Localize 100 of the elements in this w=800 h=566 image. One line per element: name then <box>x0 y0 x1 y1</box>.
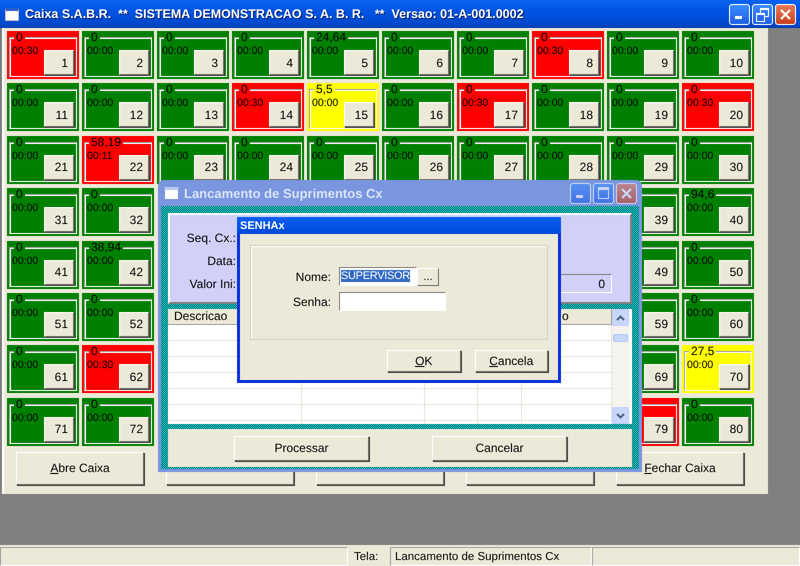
table-number-button[interactable]: 25 <box>344 154 374 180</box>
table-number-button[interactable]: 26 <box>419 154 449 180</box>
table-number-button[interactable]: 16 <box>419 102 449 128</box>
tile-time: 00:00 <box>162 150 188 162</box>
table-number-button[interactable]: 5 <box>344 50 374 75</box>
table-number-button[interactable]: 60 <box>719 312 749 337</box>
field-label: Data: <box>206 254 236 268</box>
table-number-button[interactable]: 21 <box>44 154 74 180</box>
table-number-button[interactable]: 13 <box>194 102 224 128</box>
table-number-button[interactable]: 42 <box>119 260 149 285</box>
window-title: Caixa S.A.B.R. ** SISTEMA DEMONSTRACAO S. A. B. R. ** Versao: 01-A-001.0002 <box>25 7 524 21</box>
input-field[interactable]: SUPERVISOR <box>339 267 417 286</box>
tile-amount: 24,64 <box>314 31 348 43</box>
restore-button[interactable] <box>752 4 773 24</box>
table-number-button[interactable]: 2 <box>119 50 149 75</box>
dialog-button[interactable]: OK <box>387 350 460 372</box>
input-field[interactable] <box>339 292 446 311</box>
minimize-button[interactable] <box>729 4 750 24</box>
table-number-button[interactable]: 9 <box>644 50 674 75</box>
tile-time: 00:00 <box>687 306 714 319</box>
table-number-button[interactable]: 8 <box>569 50 599 75</box>
field-label: Senha: <box>292 294 331 308</box>
scroll-up-button[interactable] <box>612 309 629 326</box>
tile-amount: 0 <box>89 398 100 410</box>
table-number-button[interactable]: 20 <box>719 102 749 128</box>
close-button[interactable] <box>775 4 796 24</box>
action-button[interactable]: Abre Caixa <box>16 452 144 485</box>
table-number-button[interactable]: 17 <box>494 102 524 128</box>
table-number-button[interactable]: 15 <box>344 102 374 128</box>
tile-time: 00:00 <box>537 150 564 162</box>
table-number-button[interactable]: 61 <box>44 364 74 390</box>
table-number-button[interactable]: 4 <box>269 50 299 75</box>
table-number-button[interactable]: 6 <box>419 50 449 75</box>
table-number-button[interactable]: 3 <box>194 50 224 75</box>
table-number-button[interactable]: 80 <box>719 416 749 442</box>
table-number-button[interactable]: 40 <box>719 207 749 232</box>
tile-time: 00:00 <box>87 45 114 57</box>
scrollbar[interactable] <box>612 309 630 424</box>
table-number-button[interactable]: 10 <box>719 50 749 75</box>
tile-amount: 0 <box>689 136 700 148</box>
table-number-button[interactable]: 71 <box>44 416 74 442</box>
tile-amount: 0 <box>389 83 400 96</box>
tile-amount: 94,6 <box>689 188 716 200</box>
tile-time: 00:30 <box>462 97 488 110</box>
tile-amount: 0 <box>14 345 25 358</box>
table-number-button[interactable]: 22 <box>119 154 149 180</box>
dialog-button[interactable]: Cancelar <box>432 436 567 460</box>
table-number-button[interactable]: 69 <box>644 364 674 390</box>
tile-time: 00:00 <box>12 306 38 319</box>
table-number-button[interactable]: 39 <box>644 207 674 232</box>
tile-amount: 0 <box>89 83 100 96</box>
table-number-button[interactable]: 18 <box>569 102 599 128</box>
tile-amount: 0 <box>89 31 100 43</box>
table-number-button[interactable]: 32 <box>119 207 149 232</box>
dialog-button[interactable]: Processar <box>234 436 369 460</box>
status-value: Lancamento de Suprimentos Cx <box>390 547 592 566</box>
tile-time: 00:00 <box>87 97 114 110</box>
tile-amount: 0 <box>14 136 25 148</box>
tile-amount: 0 <box>314 136 325 148</box>
tile-time: 00:00 <box>237 45 264 57</box>
table-number-button[interactable]: 31 <box>44 207 74 232</box>
table-number-button[interactable]: 28 <box>569 154 599 180</box>
scroll-down-button[interactable] <box>612 407 629 424</box>
table-number-button[interactable]: 59 <box>644 312 674 337</box>
table-number-button[interactable]: 24 <box>269 154 299 180</box>
scrollbar-thumb[interactable] <box>613 334 628 342</box>
minimize-button[interactable] <box>570 182 591 204</box>
lookup-button[interactable]: ... <box>417 268 439 286</box>
table-number-button[interactable]: 79 <box>644 416 674 442</box>
table-number-button[interactable]: 50 <box>719 260 749 285</box>
table-number-button[interactable]: 23 <box>194 154 224 180</box>
tile-amount: 0 <box>539 83 550 96</box>
table-number-button[interactable]: 62 <box>119 364 149 390</box>
table-number-button[interactable]: 27 <box>494 154 524 180</box>
table-number-button[interactable]: 1 <box>44 50 74 75</box>
close-button[interactable] <box>616 182 637 204</box>
table-number-button[interactable]: 51 <box>44 312 74 337</box>
tile-amount: 0 <box>389 31 400 43</box>
table-number-button[interactable]: 70 <box>719 364 749 390</box>
table-number-button[interactable]: 19 <box>644 102 674 128</box>
tile-amount: 0 <box>614 83 625 96</box>
table-number-button[interactable]: 49 <box>644 260 674 285</box>
tile-time: 00:00 <box>162 45 188 57</box>
dialog-button[interactable]: Cancela <box>474 350 548 372</box>
tile-amount: 0 <box>389 136 400 148</box>
table-number-button[interactable]: 30 <box>719 154 749 180</box>
table-number-button[interactable]: 29 <box>644 154 674 180</box>
tile-time: 00:00 <box>12 359 38 372</box>
dialog-title: Lancamento de Suprimentos Cx <box>184 186 383 200</box>
caret-down-icon <box>616 412 625 418</box>
table-number-button[interactable]: 41 <box>44 260 74 285</box>
table-number-button[interactable]: 12 <box>119 102 149 128</box>
tile-time: 00:30 <box>12 45 38 57</box>
table-number-button[interactable]: 7 <box>494 50 524 75</box>
maximize-button[interactable] <box>593 182 614 204</box>
table-number-button[interactable]: 11 <box>44 102 74 128</box>
table-number-button[interactable]: 52 <box>119 312 149 337</box>
table-number-button[interactable]: 72 <box>119 416 149 442</box>
table-number-button[interactable]: 14 <box>269 102 299 128</box>
tile-amount: 0 <box>89 188 100 200</box>
